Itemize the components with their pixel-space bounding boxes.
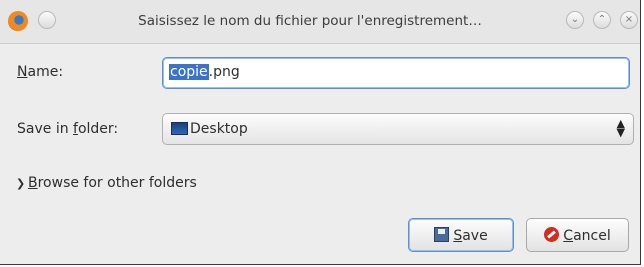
filename-value: copie.png xyxy=(169,64,240,80)
minimize-icon[interactable]: ⌄ xyxy=(566,11,584,29)
cancel-mnemonic: C xyxy=(563,228,574,244)
save-label: ave xyxy=(462,228,488,244)
cancel-label: ancel xyxy=(573,228,611,244)
desktop-icon xyxy=(171,122,188,135)
filename-input[interactable]: copie.png xyxy=(162,57,630,89)
cancel-icon xyxy=(544,227,560,242)
window-title: Saisissez le nom du fichier pour l'enreg… xyxy=(138,13,482,29)
window-menu-icon[interactable] xyxy=(38,11,56,29)
folder-label-rest: older: xyxy=(77,121,119,137)
folder-label-pre: Save in xyxy=(17,121,74,137)
save-in-folder-label: Save in folder: xyxy=(17,121,118,137)
name-label-mnemonic: N xyxy=(17,64,28,80)
folder-value: Desktop xyxy=(190,121,248,137)
title-bar[interactable]: Saisissez le nom du fichier pour l'enreg… xyxy=(0,0,640,44)
browse-mnemonic: B xyxy=(28,175,38,191)
browse-label: rowse for other folders xyxy=(37,175,197,191)
name-label-text: ame: xyxy=(27,64,64,80)
filename-extension: .png xyxy=(208,64,240,80)
cancel-button[interactable]: Cancel xyxy=(526,218,629,252)
filename-selected-text: copie xyxy=(169,64,209,80)
name-label: Name: xyxy=(17,64,63,80)
updown-arrow-icon: ▲ ▼ xyxy=(616,117,625,139)
close-icon[interactable]: × xyxy=(620,11,638,29)
save-mnemonic: S xyxy=(453,228,463,244)
browse-other-folders-expander[interactable]: ❯ Browse for other folders xyxy=(16,175,197,191)
save-in-folder-combo[interactable]: Desktop ▲ ▼ xyxy=(162,113,634,145)
save-file-dialog: Saisissez le nom du fichier pour l'enreg… xyxy=(0,0,641,265)
save-button[interactable]: Save xyxy=(408,218,514,252)
expander-arrow-icon: ❯ xyxy=(16,177,26,190)
firefox-app-icon[interactable] xyxy=(8,11,28,31)
maximize-icon[interactable]: ⌃ xyxy=(593,11,611,29)
floppy-disk-icon xyxy=(434,227,450,242)
